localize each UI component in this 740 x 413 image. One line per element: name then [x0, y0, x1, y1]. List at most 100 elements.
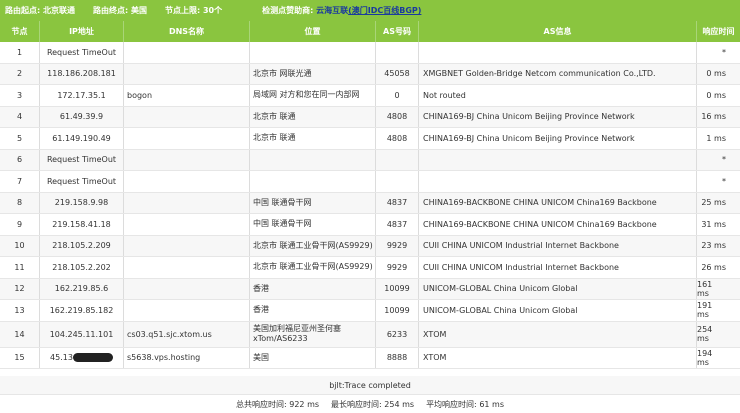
ip-address-text: 218.105.2.209 — [52, 241, 111, 251]
cell-dns-name — [124, 106, 250, 127]
as-info-text: CHINA169-BACKBONE CHINA UNICOM China169 … — [423, 219, 657, 229]
cell-hop-number: 5 — [0, 128, 40, 149]
location-text: 北京市 联通工业骨干网(AS9929) — [253, 262, 373, 272]
table-row: 8 219.158.9.98 中国 联通骨干网 4837 CHINA169-BACKBO… — [0, 192, 740, 214]
cell-response-time: * — [697, 150, 740, 171]
cell-dns-name: cs03.q51.sjc.xtom.us — [124, 321, 250, 347]
table-row: 9 219.158.41.18 中国 联通骨干网 4837 CHINA169-BACKB… — [0, 214, 740, 236]
dns-name-text: s5638.vps.hosting — [127, 353, 201, 363]
table-row: 14 104.245.11.101 cs03.q51.sjc.xtom.us 美国加利… — [0, 321, 740, 348]
location-text: 美国 — [253, 352, 269, 362]
location-text: 美国加利福尼亚州圣何塞 xTom/AS6233 — [253, 324, 341, 343]
summary-bar: 总共响应时间: 922 ms 最长响应时间: 254 ms 平均响应时间: 61… — [0, 395, 740, 413]
location-text: 北京市 联通工业骨干网(AS9929) — [253, 240, 373, 250]
cell-dns-name: s5638.vps.hosting — [124, 347, 250, 368]
cell-dns-name — [124, 300, 250, 321]
ip-address-text: Request TimeOut — [46, 155, 117, 165]
cell-hop-number: 9 — [0, 214, 40, 235]
ip-address-text: 118.186.208.181 — [47, 69, 116, 79]
as-number-text: 8888 — [386, 353, 408, 363]
response-time-text: 254 ms — [697, 325, 713, 343]
cell-ip-address: 118.186.208.181 — [40, 63, 124, 84]
cell-hop-number: 6 — [0, 149, 40, 170]
cell-as-info: CHINA169-BJ China Unicom Beijing Provinc… — [419, 128, 697, 149]
cell-dns-name — [124, 63, 250, 84]
cell-ip-address: 45.13 — [40, 347, 124, 368]
location-text: 北京市 网联光通 — [253, 68, 312, 78]
response-time-text: 194 ms — [697, 348, 713, 367]
cell-as-info: UNICOM-GLOBAL China Unicom Global — [419, 300, 697, 321]
hop-number-text: 13 — [14, 305, 25, 315]
cell-ip-address: 218.105.2.209 — [40, 235, 124, 256]
as-number-text: 9929 — [386, 241, 408, 251]
table-row: 1 Request TimeOut * — [0, 42, 740, 64]
response-time-text: 23 ms — [701, 241, 726, 251]
cell-as-info: XTOM — [419, 321, 697, 347]
table-row: 15 45.13 s5638.vps.hosting 美国 8888 XTOM 194 ms — [0, 347, 740, 369]
as-info-text: XMGBNET Golden-Bridge Netcom communicati… — [423, 69, 656, 79]
table-row: 2 118.186.208.181 北京市 网联光通 45058 XMGBNET Gol… — [0, 63, 740, 85]
cell-as-info: CUII CHINA UNICOM Industrial Internet Ba… — [419, 257, 697, 278]
as-number-text: 10099 — [384, 284, 410, 294]
table-row: 7 Request TimeOut * — [0, 171, 740, 193]
total-time-label: 总共响应时间: — [236, 399, 287, 409]
as-number-text: 4837 — [386, 219, 408, 229]
header-hop: 节点 — [0, 21, 40, 42]
ip-address-text: 61.49.39.9 — [59, 112, 104, 122]
cell-response-time: 161 ms — [697, 279, 740, 300]
hop-number-text: 10 — [14, 241, 25, 251]
cell-ip-address: 104.245.11.101 — [40, 321, 124, 347]
hop-number-text: 6 — [16, 155, 23, 165]
cell-dns-name — [124, 42, 250, 63]
cell-ip-address: Request TimeOut — [40, 149, 124, 170]
cell-hop-number: 2 — [0, 63, 40, 84]
cell-hop-number: 14 — [0, 321, 40, 347]
cell-response-time: 0 ms — [697, 64, 740, 85]
cell-as-number: 4837 — [376, 214, 419, 235]
header-location: 位置 — [250, 21, 376, 42]
ip-address-text: 218.105.2.202 — [52, 262, 111, 272]
response-time-text: 25 ms — [701, 198, 726, 208]
hop-number-text: 4 — [16, 112, 23, 122]
as-info-text: CHINA169-BACKBONE CHINA UNICOM China169 … — [423, 198, 657, 208]
cell-response-time: 194 ms — [697, 348, 740, 369]
cell-as-number: 6233 — [376, 321, 419, 347]
hop-number-text: 12 — [14, 284, 25, 294]
cell-location: 北京市 联通 — [250, 106, 376, 127]
cell-location: 香港 — [250, 278, 376, 299]
hop-number-text: 7 — [16, 176, 23, 186]
route-end-label: 路由终点: 美国 — [92, 6, 147, 15]
cell-response-time: 0 ms — [697, 85, 740, 106]
cell-as-number: 9929 — [376, 257, 419, 278]
cell-location — [250, 149, 376, 170]
cell-location: 中国 联通骨干网 — [250, 214, 376, 235]
hop-number-text: 14 — [14, 329, 25, 339]
sponsor-desc-link[interactable]: (澳门IDC百线BGP) — [348, 5, 421, 16]
hop-number-text: 9 — [16, 219, 23, 229]
as-info-text: UNICOM-GLOBAL China Unicom Global — [423, 305, 578, 315]
cell-ip-address: 219.158.41.18 — [40, 214, 124, 235]
cell-location: 美国加利福尼亚州圣何塞 xTom/AS6233 — [250, 321, 376, 347]
ip-address-text: 45.13 — [50, 353, 73, 363]
as-number-text: 4837 — [386, 198, 408, 208]
hop-number-text: 8 — [16, 198, 23, 208]
table-row: 3 172.17.35.1 bogon 局域网 对方和您在同一内部网 0 Not rout… — [0, 85, 740, 107]
location-text: 香港 — [253, 283, 269, 293]
max-time-value: 254 ms — [384, 399, 415, 409]
as-info-text: CUII CHINA UNICOM Industrial Internet Ba… — [423, 262, 619, 272]
as-number-text: 0 — [394, 90, 400, 100]
cell-response-time: 191 ms — [697, 300, 740, 321]
cell-location: 香港 — [250, 300, 376, 321]
cell-response-time: 23 ms — [697, 236, 740, 257]
cell-hop-number: 7 — [0, 171, 40, 192]
cell-location: 美国 — [250, 347, 376, 368]
as-info-text: XTOM — [423, 353, 447, 363]
cell-dns-name — [124, 278, 250, 299]
cell-as-info: UNICOM-GLOBAL China Unicom Global — [419, 278, 697, 299]
hop-number-text: 3 — [16, 90, 23, 100]
total-time-value: 922 ms — [289, 399, 320, 409]
table-row: 5 61.149.190.49 北京市 联通 4808 CHINA169-BJ Chin… — [0, 128, 740, 150]
response-time-text: 0 ms — [706, 69, 726, 79]
sponsor-link[interactable]: 云海互联 — [316, 5, 348, 16]
header-dns: DNS名称 — [124, 21, 250, 42]
